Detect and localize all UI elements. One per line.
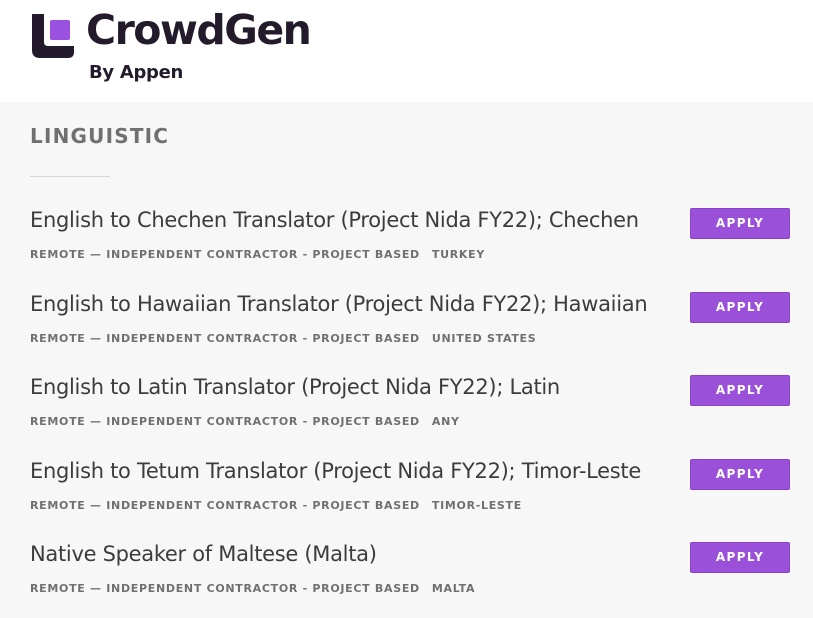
apply-button[interactable]: APPLY <box>690 292 790 323</box>
job-title-link[interactable]: Native Speaker of Maltese (Malta) <box>30 542 377 566</box>
job-type: REMOTE — INDEPENDENT CONTRACTOR - PROJEC… <box>30 332 420 345</box>
job-title-link[interactable]: English to Chechen Translator (Project N… <box>30 208 639 232</box>
job-location: MALTA <box>431 582 476 595</box>
job-listing: English to Tetum Translator (Project Nid… <box>0 459 813 529</box>
apply-button[interactable]: APPLY <box>690 542 790 573</box>
job-listing: English to Hawaiian Translator (Project … <box>0 292 813 362</box>
job-location: TIMOR-LESTE <box>431 499 522 512</box>
job-type: REMOTE — INDEPENDENT CONTRACTOR - PROJEC… <box>30 248 420 261</box>
job-meta: REMOTE — INDEPENDENT CONTRACTOR - PROJEC… <box>30 499 522 512</box>
job-location: TURKEY <box>431 248 485 261</box>
crowdgen-logo[interactable]: CrowdGen By Appen <box>30 6 350 90</box>
section-title: LINGUISTIC <box>30 124 170 148</box>
job-title-link[interactable]: English to Hawaiian Translator (Project … <box>30 292 648 316</box>
job-title-link[interactable]: English to Latin Translator (Project Nid… <box>30 375 560 399</box>
job-type: REMOTE — INDEPENDENT CONTRACTOR - PROJEC… <box>30 415 420 428</box>
job-meta: REMOTE — INDEPENDENT CONTRACTOR - PROJEC… <box>30 332 536 345</box>
job-meta: REMOTE — INDEPENDENT CONTRACTOR - PROJEC… <box>30 415 460 428</box>
job-title-link[interactable]: English to Tetum Translator (Project Nid… <box>30 459 641 483</box>
job-listing: English to Latin Translator (Project Nid… <box>0 375 813 445</box>
job-meta: REMOTE — INDEPENDENT CONTRACTOR - PROJEC… <box>30 582 475 595</box>
job-listing: Native Speaker of Maltese (Malta) REMOTE… <box>0 542 813 612</box>
apply-button[interactable]: APPLY <box>690 208 790 239</box>
apply-button[interactable]: APPLY <box>690 375 790 406</box>
job-type: REMOTE — INDEPENDENT CONTRACTOR - PROJEC… <box>30 582 420 595</box>
job-listing: English to Chechen Translator (Project N… <box>0 208 813 278</box>
brand-name: CrowdGen <box>86 6 312 54</box>
apply-button[interactable]: APPLY <box>690 459 790 490</box>
section-divider <box>30 176 110 177</box>
job-type: REMOTE — INDEPENDENT CONTRACTOR - PROJEC… <box>30 499 420 512</box>
job-meta: REMOTE — INDEPENDENT CONTRACTOR - PROJEC… <box>30 248 485 261</box>
job-listings-section: LINGUISTIC English to Chechen Translator… <box>0 102 813 618</box>
crowdgen-logo-icon <box>32 14 74 58</box>
brand-tagline: By Appen <box>89 62 184 83</box>
site-header: CrowdGen By Appen <box>0 0 813 102</box>
job-location: UNITED STATES <box>431 332 537 345</box>
job-location: ANY <box>431 415 460 428</box>
